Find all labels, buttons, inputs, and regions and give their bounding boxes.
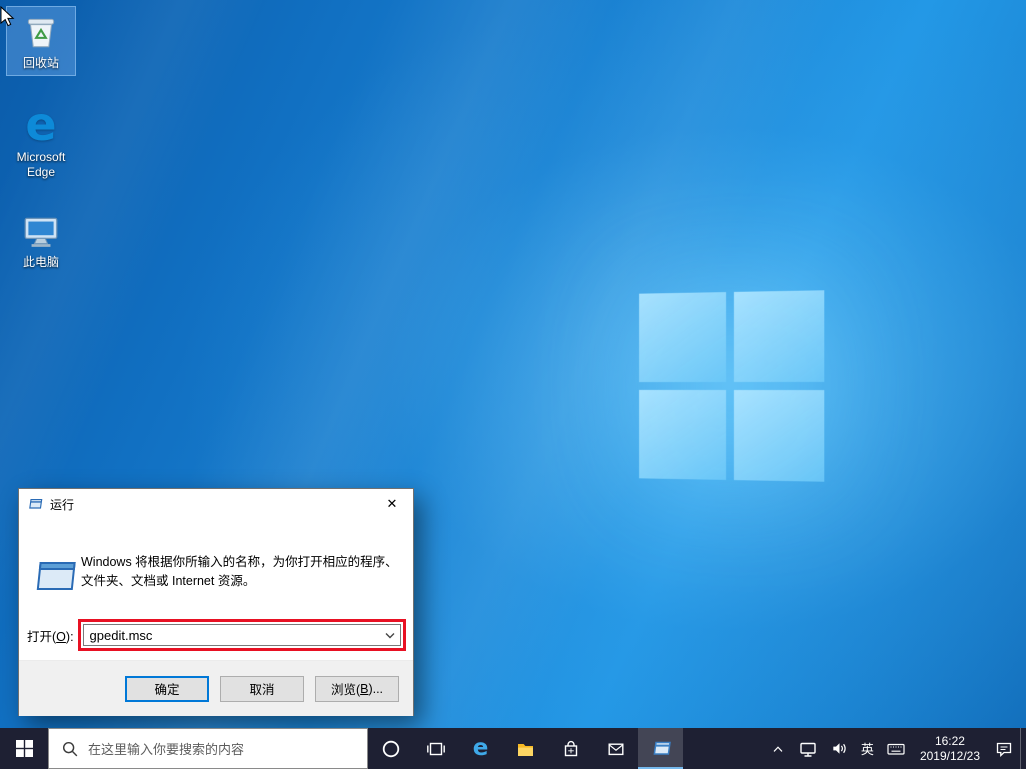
screen: 回收站 e Microsoft Edge 此电脑 [0,0,1026,769]
ime-label: 英 [861,739,874,758]
edge-icon: e [25,101,56,147]
run-input[interactable] [84,625,380,645]
browse-label-key: B [360,682,368,696]
browse-label-pre: 浏览( [331,679,360,698]
open-label: 打开(O): [27,626,74,645]
run-dialog-titlebar[interactable]: 运行 ✕ [19,489,413,519]
desktop-icon-this-pc[interactable]: 此电脑 [6,205,76,275]
tray-ime-indicator[interactable]: 英 [855,728,880,769]
search-placeholder: 在这里输入你要搜索的内容 [88,739,244,758]
run-dialog-title: 运行 [50,496,74,513]
chevron-up-icon [770,741,786,757]
cortana-icon [381,739,401,759]
taskbar-store-button[interactable] [548,728,593,769]
speaker-icon [830,739,849,758]
desktop-icon-recycle-bin[interactable]: 回收站 [6,6,76,76]
tray-volume-button[interactable] [824,728,855,769]
browse-button[interactable]: 浏览(B)... [315,676,399,702]
clock-time: 16:22 [935,734,965,749]
run-dialog-content: Windows 将根据你所输入的名称，为你打开相应的程序、文件夹、文档或 Int… [19,519,413,660]
windows-logo-pane [639,390,726,480]
search-icon [61,740,79,758]
desktop-icon-label: 此电脑 [23,255,59,270]
annotation-highlight [78,619,406,651]
store-icon [561,739,581,759]
tray-clock[interactable]: 16:22 2019/12/23 [912,734,988,764]
mail-icon [606,739,626,759]
start-button[interactable] [0,728,48,769]
open-label-key: O [56,630,66,644]
desktop-icon-label: Microsoft Edge [9,150,73,180]
ok-button[interactable]: 确定 [125,676,209,702]
run-dialog-footer: 确定 取消 浏览(B)... [19,660,413,716]
keyboard-icon [886,739,906,759]
run-combobox[interactable] [83,624,401,646]
task-view-icon [426,739,446,759]
system-tray: 英 16:22 2019/12/23 [764,728,1026,769]
tray-hidden-icons-button[interactable] [764,728,792,769]
taskbar-file-explorer-button[interactable] [503,728,548,769]
run-dialog-icon [27,496,43,512]
run-app-icon [651,739,671,758]
taskbar-run-app-button[interactable] [638,728,683,769]
desktop-icon-microsoft-edge[interactable]: e Microsoft Edge [6,96,76,185]
tray-touch-keyboard-button[interactable] [880,728,912,769]
network-icon [798,739,818,759]
close-button[interactable]: ✕ [371,489,413,519]
edge-icon: e [473,737,489,760]
taskbar-edge-button[interactable]: e [458,728,503,769]
cortana-button[interactable] [368,728,413,769]
desktop-icons: 回收站 e Microsoft Edge 此电脑 [6,6,76,275]
windows-logo-pane [734,290,824,382]
windows-logo [639,290,824,481]
recycle-bin-icon [20,11,62,53]
action-center-button[interactable] [988,728,1020,769]
windows-logo-pane [639,292,726,382]
this-pc-icon [19,210,63,252]
folder-icon [515,739,536,759]
action-center-icon [994,739,1014,759]
tray-network-button[interactable] [792,728,824,769]
open-row: 打开(O): [27,619,406,651]
chevron-down-icon [385,632,395,639]
run-dialog-description: Windows 将根据你所输入的名称，为你打开相应的程序、文件夹、文档或 Int… [81,553,409,592]
run-icon [35,559,79,595]
open-label-pre: 打开( [27,630,56,644]
start-icon [16,740,33,757]
taskbar-mail-button[interactable] [593,728,638,769]
desktop-icon-label: 回收站 [23,56,59,71]
browse-label-post: )... [368,682,383,696]
task-view-button[interactable] [413,728,458,769]
taskbar-search[interactable]: 在这里输入你要搜索的内容 [48,728,368,769]
windows-logo-pane [734,390,824,482]
show-desktop-button[interactable] [1020,728,1026,769]
taskbar: 在这里输入你要搜索的内容 e [0,728,1026,769]
open-label-post: ): [66,630,74,644]
run-dialog: 运行 ✕ Windows 将根据你所输入的名称，为你打开相应的程序、文件夹、文档… [18,488,414,716]
close-icon: ✕ [387,496,398,512]
cancel-button[interactable]: 取消 [220,676,304,702]
dropdown-arrow[interactable] [380,625,400,645]
clock-date: 2019/12/23 [920,749,980,764]
